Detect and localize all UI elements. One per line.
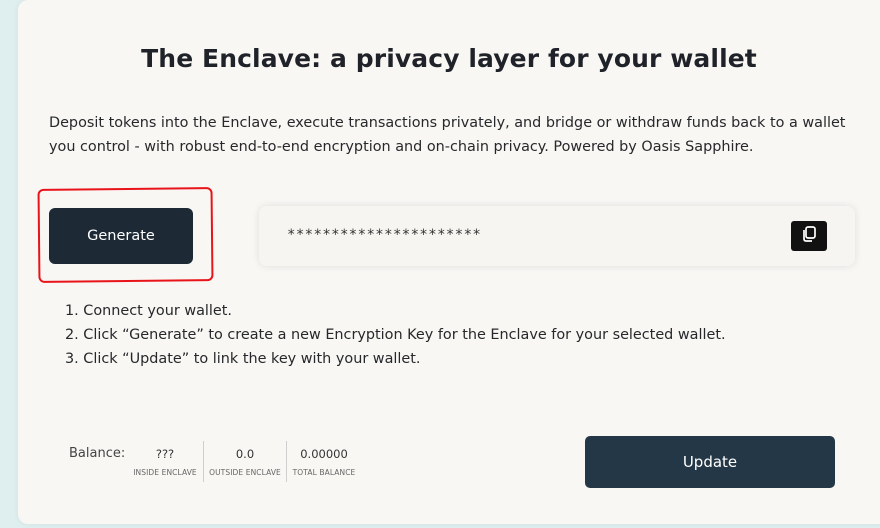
- generate-button[interactable]: Generate: [49, 208, 193, 264]
- encryption-key-field: **********************: [259, 206, 855, 266]
- balance-outside-value: 0.0: [235, 447, 255, 461]
- balance-outside: 0.0 OUTSIDE ENCLAVE: [208, 442, 282, 482]
- balance-label: Balance:: [69, 446, 126, 461]
- copy-icon: [800, 225, 818, 247]
- update-button[interactable]: Update: [585, 436, 835, 488]
- instruction-step: 1. Connect your wallet.: [65, 303, 232, 319]
- balance-divider: [203, 441, 204, 482]
- balance-total-caption: TOTAL BALANCE: [292, 468, 356, 477]
- instruction-step: 3. Click “Update” to link the key with y…: [65, 351, 421, 367]
- instructions-list: 1. Connect your wallet. 2. Click “Genera…: [65, 299, 726, 371]
- balance-inside-caption: INSIDE ENCLAVE: [133, 468, 197, 477]
- instruction-step: 2. Click “Generate” to create a new Encr…: [65, 327, 726, 343]
- balance-outside-caption: OUTSIDE ENCLAVE: [209, 468, 281, 477]
- balance-inside-value: ???: [155, 447, 175, 461]
- encryption-key-value: **********************: [287, 227, 482, 243]
- balance-inside: ??? INSIDE ENCLAVE: [132, 442, 198, 482]
- page-title: The Enclave: a privacy layer for your wa…: [141, 44, 757, 73]
- balance-divider: [286, 441, 287, 482]
- balance-total: 0.00000 TOTAL BALANCE: [291, 442, 357, 482]
- page-description: Deposit tokens into the Enclave, execute…: [49, 115, 846, 155]
- balance-total-value: 0.00000: [300, 447, 348, 461]
- copy-key-button[interactable]: [791, 221, 827, 251]
